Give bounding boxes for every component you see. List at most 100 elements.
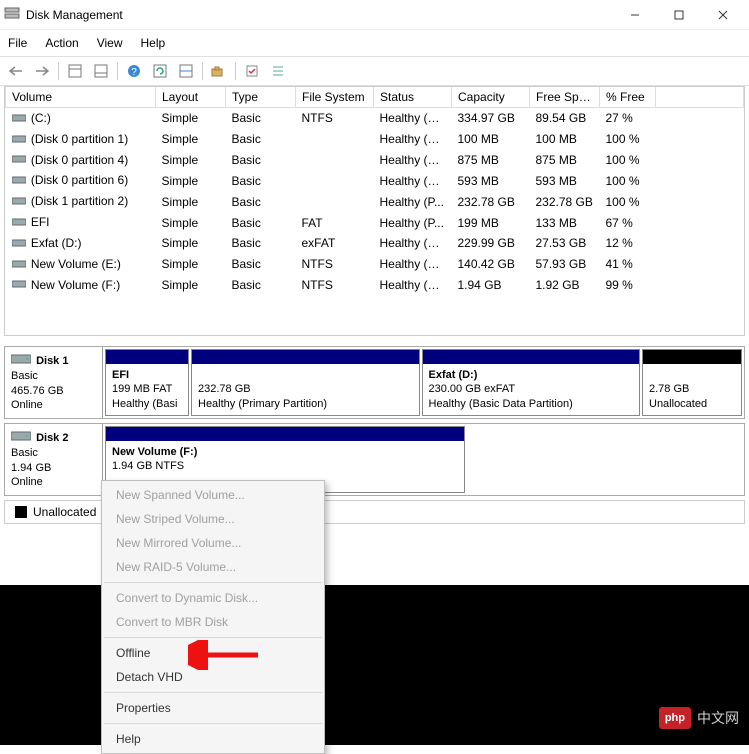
cell-type: Basic [226, 212, 296, 233]
partition-size: 232.78 GB [198, 383, 251, 395]
volume-table: Volume Layout Type File System Status Ca… [5, 87, 744, 295]
view-top-button[interactable] [63, 60, 87, 82]
partition-status: Healthy (Primary Partition) [198, 398, 327, 410]
menu-file[interactable]: File [0, 32, 35, 54]
partition[interactable]: EFI 199 MB FAT Healthy (Basi [105, 349, 189, 416]
partition-size: 230.00 GB exFAT [429, 383, 516, 395]
drive-icon [12, 153, 26, 167]
cell-pct: 67 % [600, 212, 656, 233]
drive-icon [12, 278, 26, 292]
disk-state: Online [11, 399, 43, 411]
list-button[interactable] [266, 60, 290, 82]
cell-free: 875 MB [530, 150, 600, 171]
back-button[interactable] [4, 60, 28, 82]
table-row[interactable]: Exfat (D:)SimpleBasicexFATHealthy (B...2… [6, 233, 744, 254]
drive-icon [12, 174, 26, 188]
drive-icon [12, 216, 26, 230]
cell-capacity: 229.99 GB [452, 233, 530, 254]
table-row[interactable]: (Disk 0 partition 1)SimpleBasicHealthy (… [6, 129, 744, 150]
col-volume[interactable]: Volume [6, 87, 156, 108]
maximize-button[interactable] [657, 0, 701, 30]
table-row[interactable]: EFISimpleBasicFATHealthy (P...199 MB133 … [6, 212, 744, 233]
partition-label: Exfat (D:) [429, 369, 478, 381]
menu-help[interactable]: Help [133, 32, 174, 54]
rescan-button[interactable] [174, 60, 198, 82]
cell-type: Basic [226, 233, 296, 254]
menu-view[interactable]: View [89, 32, 131, 54]
cell-free: 27.53 GB [530, 233, 600, 254]
partition-status: Unallocated [649, 398, 707, 410]
column-header-row[interactable]: Volume Layout Type File System Status Ca… [6, 87, 744, 108]
cell-volume: (Disk 0 partition 4) [6, 150, 156, 171]
cell-layout: Simple [156, 275, 226, 296]
table-row[interactable]: (Disk 1 partition 2)SimpleBasicHealthy (… [6, 191, 744, 212]
help-button[interactable]: ? [122, 60, 146, 82]
cell-fs [296, 150, 374, 171]
forward-button[interactable] [30, 60, 54, 82]
cell-type: Basic [226, 275, 296, 296]
col-type[interactable]: Type [226, 87, 296, 108]
cell-free: 133 MB [530, 212, 600, 233]
partition-bar [423, 350, 640, 364]
settings-button[interactable] [207, 60, 231, 82]
cell-volume: New Volume (E:) [6, 254, 156, 275]
menu-properties[interactable]: Properties [102, 696, 324, 720]
table-row[interactable]: New Volume (E:)SimpleBasicNTFSHealthy (B… [6, 254, 744, 275]
close-button[interactable] [701, 0, 745, 30]
cell-pct: 12 % [600, 233, 656, 254]
disk-info[interactable]: Disk 1 Basic 465.76 GB Online [5, 347, 103, 418]
col-free[interactable]: Free Spa... [530, 87, 600, 108]
partition-unallocated[interactable]: 2.78 GB Unallocated [642, 349, 742, 416]
menu-action[interactable]: Action [37, 32, 86, 54]
partition-size: 2.78 GB [649, 383, 689, 395]
volume-list[interactable]: Volume Layout Type File System Status Ca… [4, 86, 745, 336]
menu-offline[interactable]: Offline [102, 641, 324, 665]
disk-state: Online [11, 476, 43, 488]
menu-detach-vhd[interactable]: Detach VHD [102, 665, 324, 689]
disk-panel[interactable]: Disk 1 Basic 465.76 GB Online EFI 199 MB… [4, 346, 745, 419]
cell-volume: Exfat (D:) [6, 233, 156, 254]
col-layout[interactable]: Layout [156, 87, 226, 108]
view-bottom-button[interactable] [89, 60, 113, 82]
menu-help[interactable]: Help [102, 727, 324, 751]
disk-type: Basic [11, 370, 38, 382]
toolbar-separator [202, 62, 203, 80]
menu-convert-mbr: Convert to MBR Disk [102, 610, 324, 634]
legend-swatch-unallocated [15, 506, 27, 518]
partition[interactable]: Exfat (D:) 230.00 GB exFAT Healthy (Basi… [422, 349, 641, 416]
disk-info[interactable]: Disk 2 Basic 1.94 GB Online [5, 424, 103, 495]
cell-free: 89.54 GB [530, 108, 600, 129]
cell-status: Healthy (P... [374, 212, 452, 233]
cell-fs [296, 129, 374, 150]
menu-separator [104, 723, 322, 724]
cell-type: Basic [226, 150, 296, 171]
cell-capacity: 100 MB [452, 129, 530, 150]
context-menu: New Spanned Volume... New Striped Volume… [101, 480, 325, 754]
properties-button[interactable] [240, 60, 264, 82]
col-filesystem[interactable]: File System [296, 87, 374, 108]
menu-new-spanned: New Spanned Volume... [102, 483, 324, 507]
table-row[interactable]: (C:)SimpleBasicNTFSHealthy (B...334.97 G… [6, 108, 744, 129]
table-row[interactable]: (Disk 0 partition 4)SimpleBasicHealthy (… [6, 150, 744, 171]
col-spacer [656, 87, 744, 108]
partition[interactable]: 232.78 GB Healthy (Primary Partition) [191, 349, 420, 416]
cell-fs: NTFS [296, 254, 374, 275]
col-capacity[interactable]: Capacity [452, 87, 530, 108]
cell-layout: Simple [156, 233, 226, 254]
cell-volume: (Disk 0 partition 1) [6, 129, 156, 150]
partition-status: Healthy (Basi [112, 398, 177, 410]
cell-pct: 41 % [600, 254, 656, 275]
refresh-button[interactable] [148, 60, 172, 82]
table-row[interactable]: (Disk 0 partition 6)SimpleBasicHealthy (… [6, 170, 744, 191]
toolbar-separator [58, 62, 59, 80]
col-pct[interactable]: % Free [600, 87, 656, 108]
disk-size: 465.76 GB [11, 385, 64, 397]
partition-size: 199 MB FAT [112, 383, 172, 395]
col-status[interactable]: Status [374, 87, 452, 108]
table-row[interactable]: New Volume (F:)SimpleBasicNTFSHealthy (B… [6, 275, 744, 296]
toolbar-separator [117, 62, 118, 80]
cell-layout: Simple [156, 191, 226, 212]
menu-convert-dynamic: Convert to Dynamic Disk... [102, 586, 324, 610]
cell-layout: Simple [156, 150, 226, 171]
minimize-button[interactable] [613, 0, 657, 30]
